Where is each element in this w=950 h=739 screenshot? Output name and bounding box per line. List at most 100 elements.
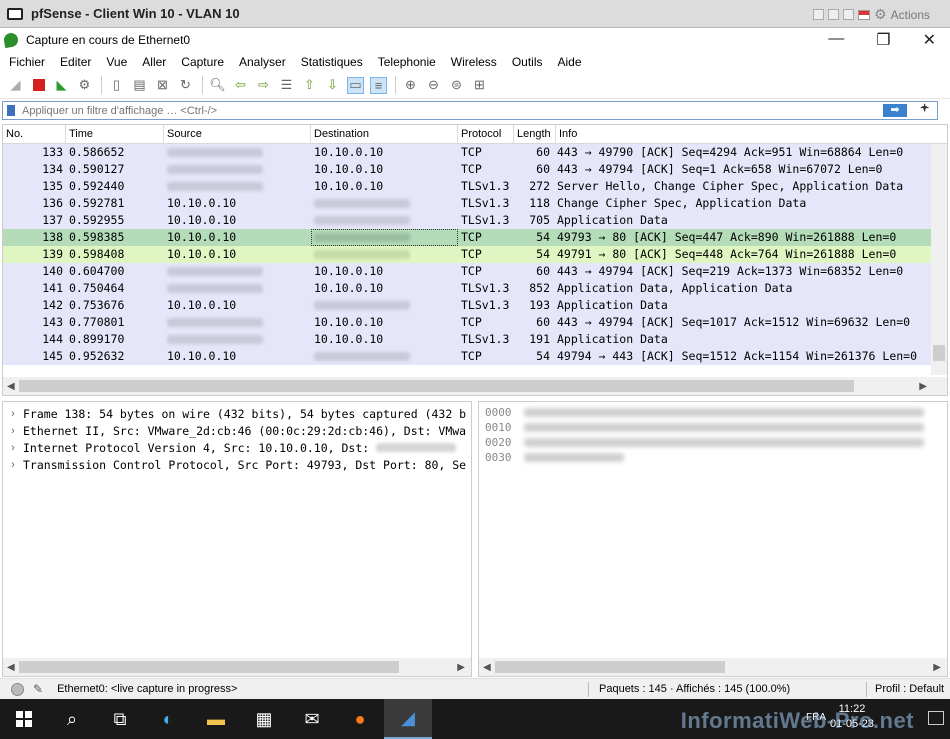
- zoom-in-icon[interactable]: ⊕: [402, 77, 419, 94]
- packet-row[interactable]: 144 0.899170 10.10.0.10 TLSv1.3 191 Applicati…: [3, 331, 947, 348]
- search-icon[interactable]: ⌕: [48, 699, 96, 739]
- packet-row[interactable]: 143 0.770801 10.10.0.10 TCP 60 443 → 49794 [A…: [3, 314, 947, 331]
- menu-editer[interactable]: Editer: [60, 55, 91, 69]
- last-packet-icon[interactable]: ⇩: [324, 77, 341, 94]
- vm-close-icon[interactable]: [843, 9, 855, 20]
- packet-row[interactable]: 136 0.592781 10.10.0.10 TLSv1.3 118 Change Ci…: [3, 195, 947, 212]
- chevron-right-icon[interactable]: ›: [3, 408, 23, 420]
- menu-wireless[interactable]: Wireless: [451, 55, 497, 69]
- col-source[interactable]: Source: [164, 125, 311, 143]
- menu-aller[interactable]: Aller: [142, 55, 166, 69]
- menu-telephonie[interactable]: Telephonie: [378, 55, 436, 69]
- cell-time: 0.598385: [69, 230, 125, 244]
- vscroll-thumb[interactable]: [933, 345, 945, 361]
- packet-row[interactable]: 134 0.590127 10.10.0.10 TCP 60 443 → 49794 [A…: [3, 161, 947, 178]
- menu-aide[interactable]: Aide: [558, 55, 582, 69]
- packet-row[interactable]: 140 0.604700 10.10.0.10 TCP 60 443 → 49794 [A…: [3, 263, 947, 280]
- save-file-icon[interactable]: ▤: [131, 77, 148, 94]
- col-length[interactable]: Length: [514, 125, 556, 143]
- col-destination[interactable]: Destination: [311, 125, 458, 143]
- start-button[interactable]: [0, 699, 48, 739]
- colorize-icon[interactable]: ≡: [370, 76, 387, 94]
- go-back-icon[interactable]: ⇦: [232, 77, 249, 94]
- comment-icon[interactable]: ✎: [33, 682, 43, 696]
- packet-row[interactable]: 145 0.952632 10.10.0.10 TCP 54 49794 → 443 [A…: [3, 348, 947, 365]
- firefox-icon[interactable]: ●: [336, 699, 384, 739]
- detail-row-tcp[interactable]: › Transmission Control Protocol, Src Port…: [3, 456, 471, 473]
- menu-vue[interactable]: Vue: [106, 55, 127, 69]
- col-time[interactable]: Time: [66, 125, 164, 143]
- packet-row[interactable]: 138 0.598385 10.10.0.10 TCP 54 49793 → 80 [AC…: [3, 229, 947, 246]
- task-view-icon[interactable]: ⧉: [96, 699, 144, 739]
- scroll-left-icon[interactable]: ◀: [3, 662, 19, 673]
- mail-icon[interactable]: ✉: [288, 699, 336, 739]
- menu-outils[interactable]: Outils: [512, 55, 543, 69]
- packet-list-vscrollbar[interactable]: [931, 144, 947, 375]
- bytes-hscrollbar[interactable]: ◀ ▶: [479, 658, 947, 676]
- file-explorer-icon[interactable]: ▬: [192, 699, 240, 739]
- close-file-icon[interactable]: ⊠: [154, 77, 171, 94]
- vm-restore-icon[interactable]: [828, 9, 840, 20]
- chevron-right-icon[interactable]: ›: [3, 425, 23, 437]
- packet-list-hscrollbar[interactable]: ◀ ▶: [3, 377, 947, 395]
- expert-info-icon[interactable]: [11, 682, 24, 696]
- store-icon[interactable]: ▦: [240, 699, 288, 739]
- menu-fichier[interactable]: Fichier: [9, 55, 45, 69]
- scroll-right-icon[interactable]: ▶: [929, 662, 945, 673]
- gear-icon[interactable]: ⚙: [874, 6, 887, 23]
- open-file-icon[interactable]: ▯: [108, 77, 125, 94]
- wireshark-taskbar-icon[interactable]: ◢: [384, 699, 432, 739]
- col-no[interactable]: No.: [3, 125, 66, 143]
- redacted-hex: [523, 438, 924, 447]
- packet-row[interactable]: 135 0.592440 10.10.0.10 TLSv1.3 272 Server He…: [3, 178, 947, 195]
- menu-statistiques[interactable]: Statistiques: [301, 55, 363, 69]
- hscroll-thumb[interactable]: [19, 380, 854, 392]
- scroll-right-icon[interactable]: ▶: [915, 381, 931, 392]
- close-button[interactable]: ✕: [923, 30, 936, 50]
- hscroll-thumb[interactable]: [19, 661, 399, 673]
- vm-minimize-icon[interactable]: [813, 9, 825, 20]
- status-profile[interactable]: Profil : Default: [875, 683, 944, 695]
- autoscroll-icon[interactable]: ▭: [347, 76, 364, 94]
- resize-columns-icon[interactable]: ⊞: [471, 77, 488, 94]
- details-hscrollbar[interactable]: ◀ ▶: [3, 658, 471, 676]
- menu-capture[interactable]: Capture: [181, 55, 224, 69]
- add-filter-button[interactable]: +: [920, 100, 929, 118]
- minimize-button[interactable]: —: [828, 30, 844, 50]
- chevron-right-icon[interactable]: ›: [3, 459, 23, 471]
- zoom-out-icon[interactable]: ⊖: [425, 77, 442, 94]
- start-capture-icon[interactable]: ◢: [7, 77, 24, 94]
- edge-icon[interactable]: ◐: [144, 699, 192, 739]
- find-packet-icon[interactable]: 🔍︎: [209, 77, 226, 94]
- packet-row[interactable]: 142 0.753676 10.10.0.10 TLSv1.3 193 Applicati…: [3, 297, 947, 314]
- packet-row[interactable]: 139 0.598408 10.10.0.10 TCP 54 49791 → 80 [AC…: [3, 246, 947, 263]
- packet-row[interactable]: 137 0.592955 10.10.0.10 TLSv1.3 705 Applicati…: [3, 212, 947, 229]
- scroll-left-icon[interactable]: ◀: [3, 381, 19, 392]
- reload-file-icon[interactable]: ↻: [177, 77, 194, 94]
- scroll-left-icon[interactable]: ◀: [479, 662, 495, 673]
- maximize-button[interactable]: ❐: [876, 30, 890, 50]
- zoom-reset-icon[interactable]: ⊜: [448, 77, 465, 94]
- apply-filter-button[interactable]: ➡: [883, 104, 907, 117]
- packet-row[interactable]: 141 0.750464 10.10.0.10 TLSv1.3 852 Applicati…: [3, 280, 947, 297]
- go-to-packet-icon[interactable]: ☰: [278, 77, 295, 94]
- packet-row[interactable]: 133 0.586652 10.10.0.10 TCP 60 443 → 49790 [A…: [3, 144, 947, 161]
- notification-icon[interactable]: [928, 711, 944, 725]
- first-packet-icon[interactable]: ⇧: [301, 77, 318, 94]
- display-filter-input[interactable]: [22, 104, 842, 117]
- col-info[interactable]: Info: [556, 125, 926, 143]
- go-forward-icon[interactable]: ⇨: [255, 77, 272, 94]
- restart-capture-icon[interactable]: ◣: [53, 77, 70, 94]
- capture-options-icon[interactable]: ⚙: [76, 77, 93, 94]
- col-protocol[interactable]: Protocol: [458, 125, 514, 143]
- bookmark-icon[interactable]: [7, 105, 15, 116]
- hscroll-thumb[interactable]: [495, 661, 725, 673]
- detail-row-ethernet[interactable]: › Ethernet II, Src: VMware_2d:cb:46 (00:0…: [3, 422, 471, 439]
- chevron-right-icon[interactable]: ›: [3, 442, 23, 454]
- scroll-right-icon[interactable]: ▶: [453, 662, 469, 673]
- stop-capture-icon[interactable]: [30, 77, 47, 94]
- menu-analyser[interactable]: Analyser: [239, 55, 286, 69]
- vm-actions-button[interactable]: Actions: [891, 8, 930, 22]
- detail-row-ip[interactable]: › Internet Protocol Version 4, Src: 10.10…: [3, 439, 471, 456]
- detail-row-frame[interactable]: › Frame 138: 54 bytes on wire (432 bits),…: [3, 405, 471, 422]
